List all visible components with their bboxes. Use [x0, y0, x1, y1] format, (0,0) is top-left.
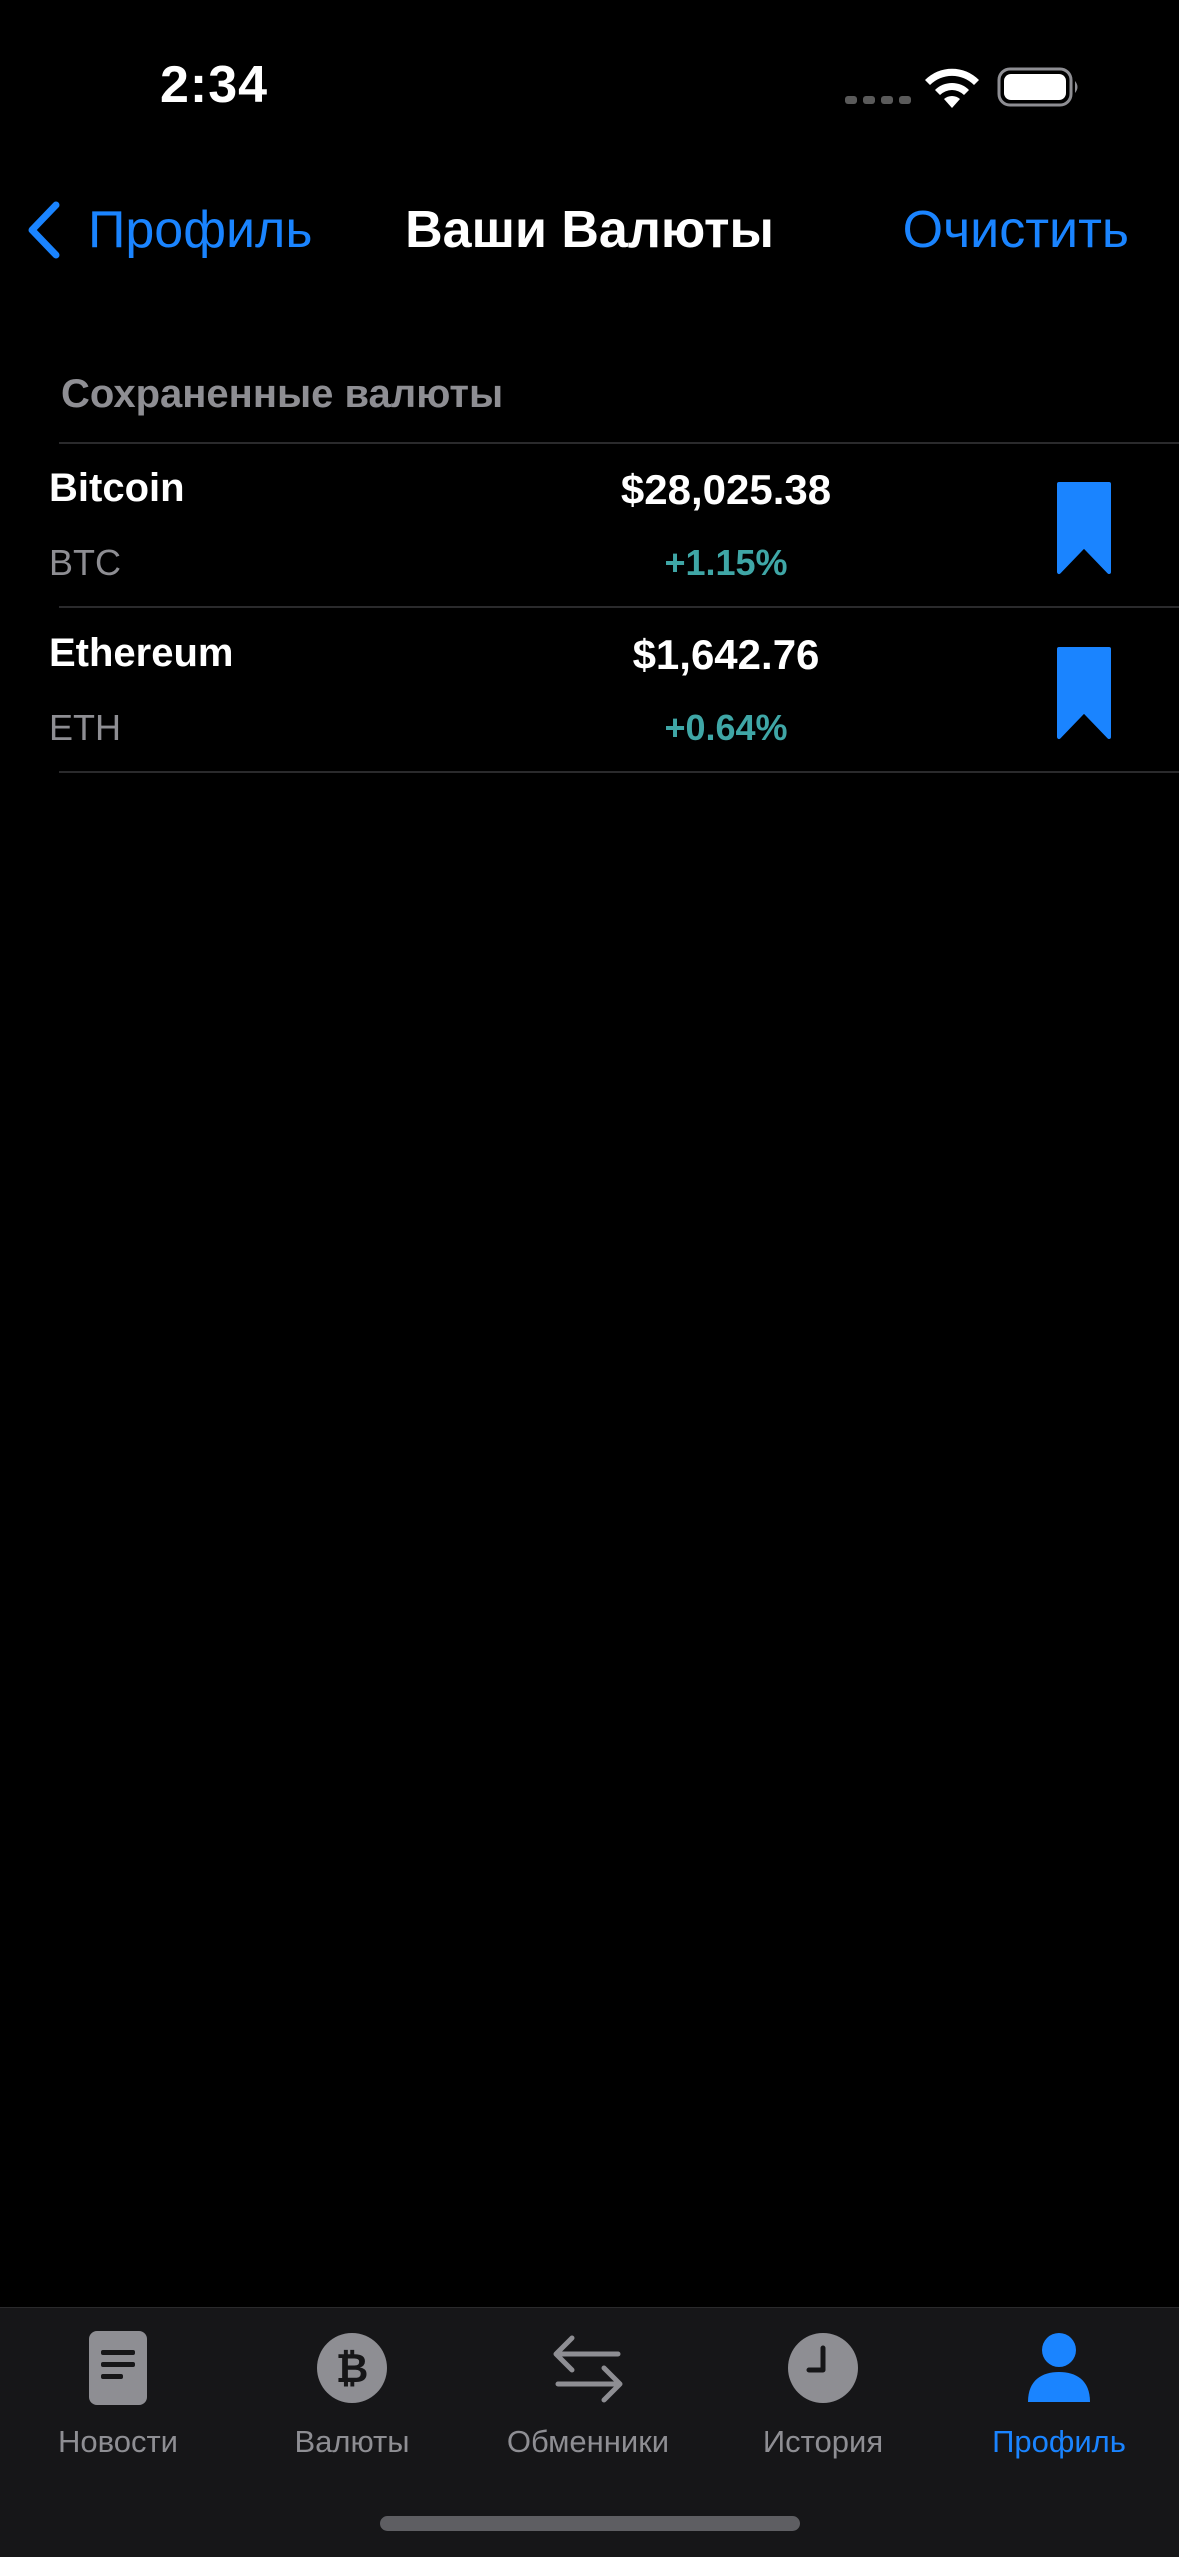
back-button[interactable]: Профиль: [22, 195, 312, 265]
tab-news[interactable]: Новости: [0, 2308, 236, 2478]
tab-history[interactable]: История: [705, 2308, 941, 2478]
back-button-label: Профиль: [88, 201, 313, 259]
battery-icon: [997, 67, 1078, 107]
wifi-icon: [925, 68, 979, 108]
tab-profile[interactable]: Профиль: [941, 2308, 1177, 2478]
news-icon: [89, 2331, 147, 2405]
tab-exchangers[interactable]: Обменники: [470, 2308, 706, 2478]
list-item[interactable]: Ethereum ETH $1,642.76 +0.64%: [0, 609, 1179, 773]
clear-button[interactable]: Очистить: [903, 195, 1129, 265]
bitcoin-icon: ₿: [317, 2333, 387, 2403]
section-header: Сохраненные валюты: [61, 372, 504, 416]
currency-ticker: ETH: [49, 707, 121, 748]
currency-name: Ethereum: [49, 631, 234, 675]
currency-change: +0.64%: [664, 707, 788, 748]
home-indicator: [380, 2516, 800, 2531]
status-bar: 2:34: [0, 0, 1179, 175]
status-time: 2:34: [160, 56, 269, 114]
navigation-bar: Профиль Ваши Валюты Очистить: [0, 175, 1179, 285]
tab-label: Валюты: [294, 2424, 410, 2459]
tab-label: История: [762, 2424, 884, 2459]
currency-price: $28,025.38: [620, 466, 832, 513]
person-icon: [1028, 2333, 1090, 2402]
currency-price: $1,642.76: [632, 631, 820, 678]
chevron-left-icon: [28, 201, 60, 259]
divider: [59, 606, 1179, 608]
tab-label: Обменники: [506, 2424, 670, 2459]
bookmark-icon[interactable]: [1053, 480, 1115, 576]
tab-currencies[interactable]: ₿ Валюты: [234, 2308, 470, 2478]
tab-label: Новости: [57, 2424, 178, 2459]
tab-bar: Новости ₿ Валюты Обменники История Профи…: [0, 2307, 1179, 2557]
clock-icon: [788, 2333, 858, 2403]
tab-label: Профиль: [992, 2424, 1126, 2459]
divider: [59, 771, 1179, 773]
cellular-signal-icon: [845, 96, 911, 104]
currency-name: Bitcoin: [49, 466, 185, 510]
svg-text:₿: ₿: [336, 2346, 369, 2392]
currency-ticker: BTC: [49, 542, 121, 583]
bookmark-icon[interactable]: [1053, 645, 1115, 741]
list-item[interactable]: Bitcoin BTC $28,025.38 +1.15%: [0, 444, 1179, 608]
currency-change: +1.15%: [664, 542, 788, 583]
exchange-arrows-icon: [553, 2335, 623, 2403]
